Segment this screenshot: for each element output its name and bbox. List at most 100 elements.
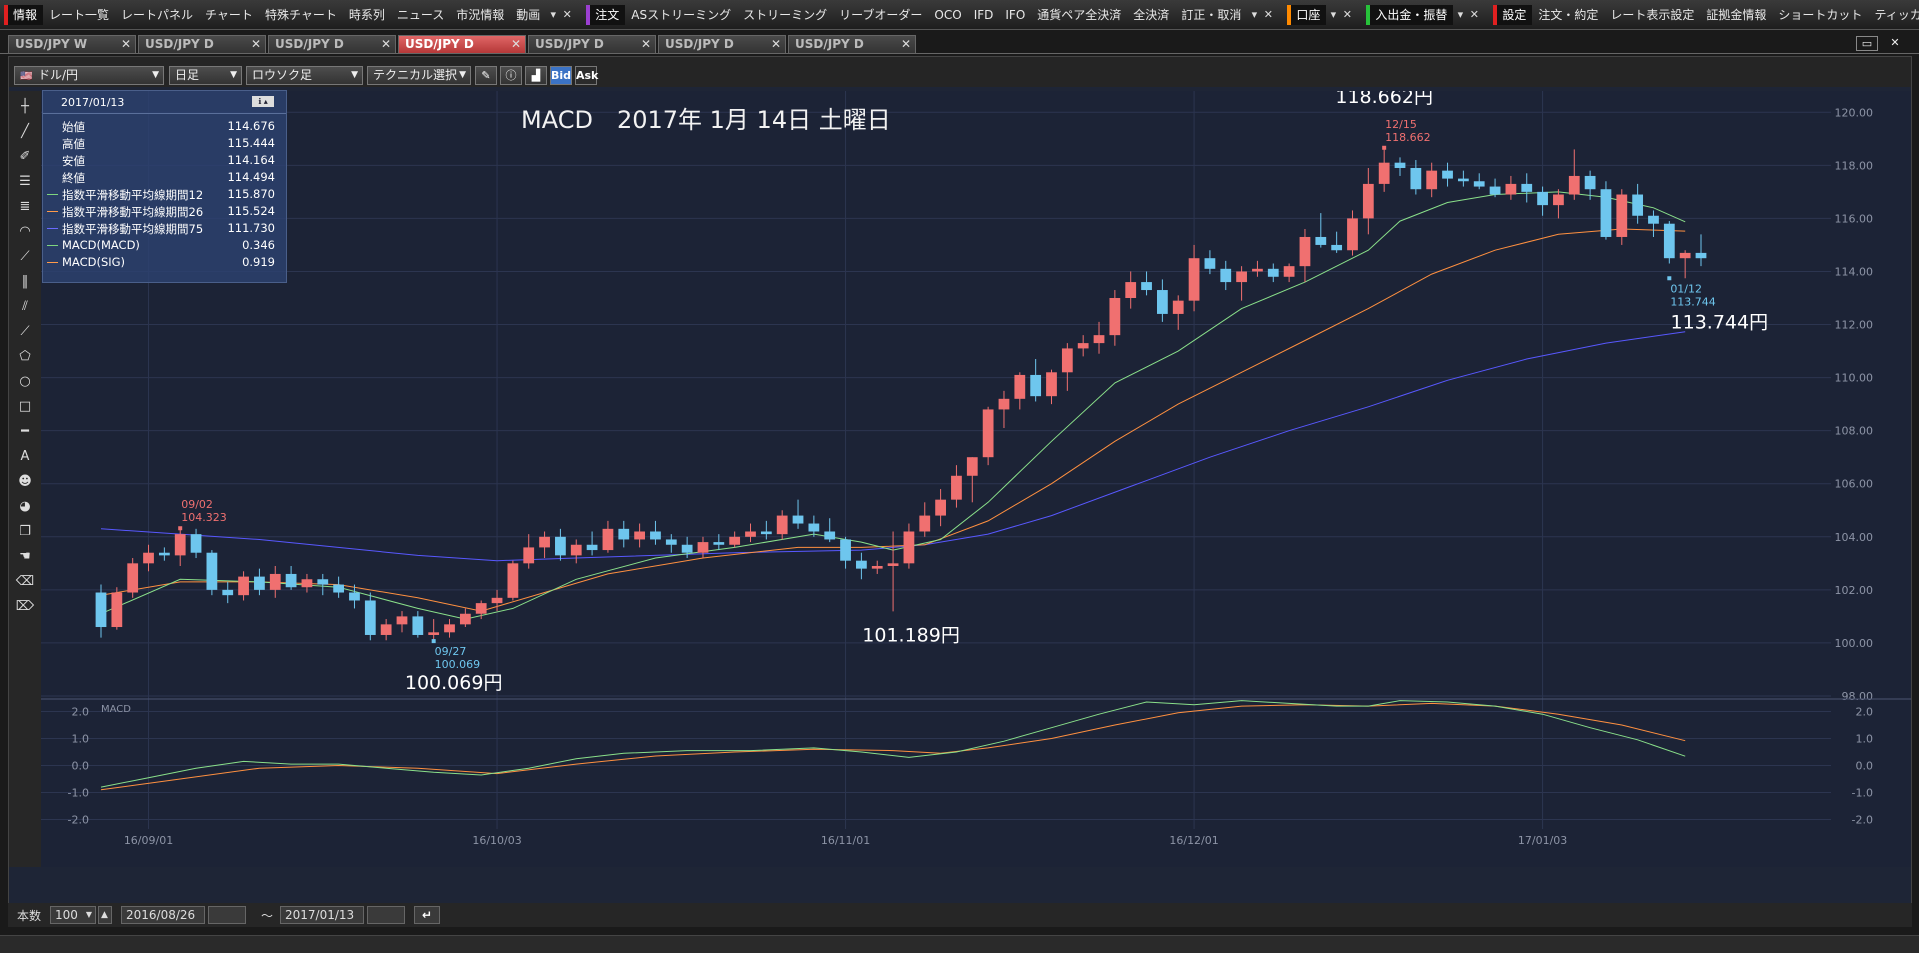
arc-icon[interactable]: ◠ <box>14 222 36 242</box>
horizontal-line-icon[interactable]: ━ <box>14 422 36 442</box>
period-select[interactable]: 日足 ▼ <box>169 66 242 85</box>
apply-return-icon[interactable]: ↵ <box>414 906 440 924</box>
info-row-label: 終値 <box>62 171 85 185</box>
chevron-down-icon[interactable]: ▾ <box>1247 8 1261 21</box>
currency-pair-select[interactable]: 🇺🇸 ドル/円 ▼ <box>14 66 164 85</box>
menu-info-item-4[interactable]: 時系列 <box>343 0 391 29</box>
menu-account-tag[interactable]: 口座 <box>1287 4 1327 25</box>
menu-order-item-3[interactable]: OCO <box>928 0 967 29</box>
from-date-input[interactable]: 2016/08/26 <box>121 906 205 924</box>
close-tab-icon[interactable]: ✕ <box>381 36 391 53</box>
menu-settings-item-3[interactable]: ショートカット <box>1772 0 1868 29</box>
menu-order-item-0[interactable]: ASストリーミング <box>625 0 737 29</box>
circle-icon[interactable]: ○ <box>14 372 36 392</box>
info-row: 安値 114.164 <box>43 152 286 169</box>
vertical-lines-icon[interactable]: ‖ <box>14 272 36 292</box>
close-tab-icon[interactable]: ✕ <box>121 36 131 53</box>
close-icon[interactable]: ✕ <box>1340 8 1354 21</box>
menu-settings-tag[interactable]: 設定 <box>1493 4 1533 25</box>
count-input[interactable]: 100 ▼ <box>50 906 96 924</box>
candle-body <box>1252 268 1263 272</box>
fibonacci-icon[interactable]: ≣ <box>14 197 36 217</box>
tab-usdjpy-4[interactable]: USD/JPY D ✕ <box>528 35 656 53</box>
chevron-down-icon[interactable]: ▾ <box>1326 8 1340 21</box>
chevron-down-icon[interactable]: ▾ <box>1453 8 1467 21</box>
rectangle-icon[interactable]: □ <box>14 397 36 417</box>
menu-order-item-1[interactable]: ストリーミング <box>737 0 833 29</box>
ruler-icon[interactable]: ✐ <box>14 147 36 167</box>
close-tab-icon[interactable]: ✕ <box>251 36 261 53</box>
to-time-input[interactable] <box>367 906 405 924</box>
candle-body <box>301 579 313 588</box>
chevron-down-icon[interactable]: ▾ <box>546 8 560 21</box>
eraser-all-icon[interactable]: ⌦ <box>14 597 36 617</box>
horizontal-lines-icon[interactable]: ☰ <box>14 172 36 192</box>
menu-order-item-4[interactable]: IFD <box>968 0 1000 29</box>
menu-settings-item-1[interactable]: レート表示設定 <box>1604 0 1700 29</box>
info-row-label: MACD(SIG) <box>62 255 126 269</box>
copy-icon[interactable]: ❐ <box>14 522 36 542</box>
paint-icon[interactable]: ◕ <box>14 497 36 517</box>
area-chart-icon[interactable]: ▟ <box>525 66 547 85</box>
ask-toggle[interactable]: Ask <box>575 66 598 85</box>
menu-info-item-1[interactable]: レートパネル <box>115 0 199 29</box>
extreme-marker <box>1667 276 1672 281</box>
menu-order-tag[interactable]: 注文 <box>586 4 626 25</box>
candle-body <box>1695 252 1707 259</box>
menu-info-item-2[interactable]: チャート <box>199 0 259 29</box>
menu-settings-item-2[interactable]: 証拠金情報 <box>1700 0 1772 29</box>
pencil-icon[interactable]: ✎ <box>475 66 497 85</box>
tab-usdjpy-6[interactable]: USD/JPY D ✕ <box>788 35 916 53</box>
to-date-input[interactable]: 2017/01/13 <box>280 906 364 924</box>
close-icon[interactable]: ✕ <box>1467 8 1481 21</box>
menu-info-item-5[interactable]: ニュース <box>391 0 450 29</box>
close-tab-icon[interactable]: ✕ <box>511 36 521 53</box>
gann-icon[interactable]: ⟋ <box>14 322 36 342</box>
info-icon[interactable]: ⓘ <box>500 66 522 85</box>
close-tab-icon[interactable]: ✕ <box>641 36 651 53</box>
pentagon-icon[interactable]: ⬠ <box>14 347 36 367</box>
menu-order-item-6[interactable]: 通貨ペア全決済 <box>1031 0 1127 29</box>
tab-usdjpy-5[interactable]: USD/JPY D ✕ <box>658 35 786 53</box>
y-tick-label: 108.00 <box>1835 425 1874 438</box>
extreme-marker <box>431 639 436 644</box>
chart-plot[interactable]: 120.00 118.00 116.00 114.00 112.00 110.00 108.… <box>41 91 1911 867</box>
menu-info-item-6[interactable]: 市況情報 <box>450 0 510 29</box>
menu-order-item-5[interactable]: IFO <box>999 0 1031 29</box>
tab-usdjpy-1[interactable]: USD/JPY D ✕ <box>138 35 266 53</box>
tab-usdjpy-2[interactable]: USD/JPY D ✕ <box>268 35 396 53</box>
text-icon[interactable]: A <box>14 447 36 467</box>
bid-toggle[interactable]: Bid <box>550 66 572 85</box>
channel-icon[interactable]: ⫽ <box>14 297 36 317</box>
menu-info-item-0[interactable]: レート一覧 <box>43 0 115 29</box>
close-tab-icon[interactable]: ✕ <box>771 36 781 53</box>
maximize-icon[interactable]: ▭ <box>1856 36 1878 51</box>
tab-usdjpy-3[interactable]: USD/JPY D ✕ <box>398 35 526 53</box>
candle-body <box>1236 271 1247 283</box>
menu-info-item-7[interactable]: 動画 <box>510 0 546 29</box>
eraser-icon[interactable]: ⌫ <box>14 572 36 592</box>
tab-usdjpy-0[interactable]: USD/JPY W ✕ <box>8 35 136 53</box>
menu-deposit-tag[interactable]: 入出金・振替 <box>1366 4 1454 25</box>
fan-icon[interactable]: ⟋ <box>14 247 36 267</box>
info-panel-toggle-icon[interactable]: ℹ ▴ <box>252 96 274 107</box>
menu-order-item-7[interactable]: 全決済 <box>1127 0 1175 29</box>
close-icon[interactable]: ✕ <box>1261 8 1275 21</box>
menu-settings-item-0[interactable]: 注文・約定 <box>1532 0 1604 29</box>
menu-info-item-3[interactable]: 特殊チャート <box>259 0 343 29</box>
trend-line-icon[interactable]: ╱ <box>14 122 36 142</box>
chart-kind-select[interactable]: ロウソク足 ▼ <box>246 66 363 85</box>
menu-order-item-2[interactable]: リーブオーダー <box>833 0 928 29</box>
hand-icon[interactable]: ☚ <box>14 547 36 567</box>
crosshair-icon[interactable]: ┼ <box>14 97 36 117</box>
technical-select[interactable]: テクニカル選択 ▼ <box>367 66 471 85</box>
smiley-icon[interactable]: ☻ <box>14 472 36 492</box>
menu-settings-item-4[interactable]: ティッカー <box>1868 0 1919 29</box>
close-icon[interactable]: ✕ <box>560 8 574 21</box>
from-time-input[interactable] <box>208 906 246 924</box>
close-tab-icon[interactable]: ✕ <box>901 36 911 53</box>
close-window-icon[interactable]: ✕ <box>1884 36 1906 51</box>
menu-info-tag[interactable]: 情報 <box>4 4 44 25</box>
increment-button[interactable]: ▲ <box>98 906 112 924</box>
menu-order-item-8[interactable]: 訂正・取消 <box>1175 0 1247 29</box>
